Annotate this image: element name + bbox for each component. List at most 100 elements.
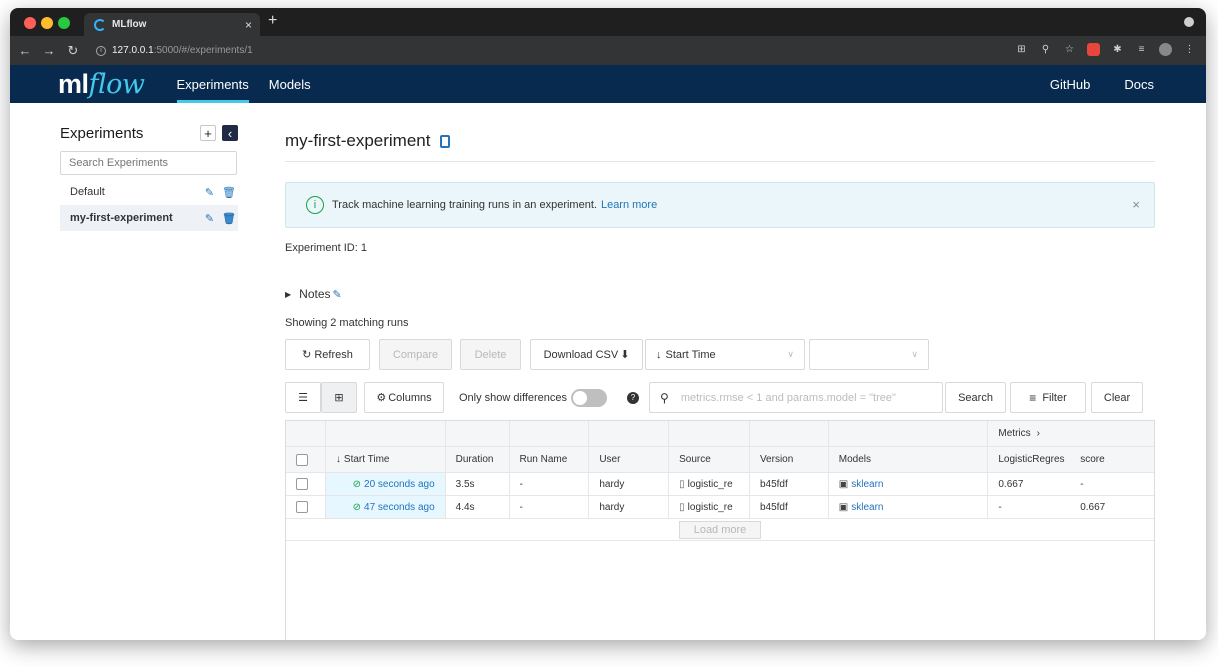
only-differences-toggle[interactable] [571,388,608,407]
profile-avatar-icon[interactable] [1159,43,1172,56]
extension-red-icon[interactable] [1087,43,1100,56]
metric2-cell: - [1080,478,1084,490]
metrics-group-header[interactable]: Metrics › [988,421,1154,446]
mlflow-header: ml flow Experiments Models GitHub Docs [10,65,1206,103]
models-cell[interactable]: ▣ sklearn [829,496,989,518]
header-source[interactable]: Source [669,447,750,472]
source-cell[interactable]: ▯ logistic_re [669,496,750,518]
header-metric-logistic[interactable]: LogisticRegres [988,447,1070,472]
learn-more-link[interactable]: Learn more [601,199,657,211]
bookmark-star-icon[interactable]: ☆ [1063,43,1076,56]
browser-menu-dot-icon[interactable] [1184,17,1194,27]
reading-list-icon[interactable]: ≡ [1135,43,1148,56]
list-view-button[interactable]: ☰ [285,382,321,413]
search-experiments-input[interactable] [60,151,237,175]
duration-cell: 3.5s [446,473,510,495]
table-row[interactable]: ⊘ 20 seconds ago 3.5s - hardy ▯ logistic… [286,473,1154,496]
table-view-button[interactable]: ⊞ [321,382,357,413]
table-row[interactable]: ⊘ 47 seconds ago 4.4s - hardy ▯ logistic… [286,496,1154,519]
trash-icon[interactable]: 🗑 [222,186,236,199]
arrow-down-icon: ↓ [656,348,662,361]
translate-icon[interactable]: ⊞ [1015,43,1028,56]
sidebar-item-my-first-experiment[interactable]: my-first-experiment ✎ 🗑 [60,205,238,231]
address-bar: ← → ↻ i 127.0.0.1:5000/#/experiments/1 ⊞… [10,36,1206,65]
experiment-title: my-first-experiment [285,131,431,150]
delete-button[interactable]: Delete [460,339,521,370]
site-info-icon[interactable]: i [96,45,106,56]
nav-models[interactable]: Models [269,65,311,103]
nav-experiments[interactable]: Experiments [176,65,250,103]
start-time-link[interactable]: ⊘ 20 seconds ago [325,473,446,495]
browser-extensions: ⊞ ⚲ ☆ ✱ ≡ ⋮ [1015,43,1196,56]
github-link[interactable]: GitHub [1050,77,1090,92]
collapse-sidebar-button[interactable]: ‹ [222,125,238,141]
browser-tabbar: MLflow × + [10,8,1206,36]
edit-icon[interactable]: ✎ [205,212,214,225]
edit-notes-icon[interactable]: ✎ [333,288,342,301]
maximize-window-button[interactable] [58,17,70,29]
trash-icon[interactable]: 🗑 [222,212,236,225]
close-window-button[interactable] [24,17,36,29]
new-tab-button[interactable]: + [268,12,277,30]
question-icon[interactable]: ? [627,391,640,404]
load-more-button[interactable]: Load more [679,520,761,539]
browser-tab[interactable]: MLflow × [84,13,260,36]
compare-button[interactable]: Compare [379,339,452,370]
url-field[interactable]: i 127.0.0.1:5000/#/experiments/1 [96,45,253,56]
forward-arrow-icon[interactable]: → [40,43,58,58]
header-version[interactable]: Version [750,447,829,472]
add-experiment-button[interactable]: + [200,125,216,141]
models-cell[interactable]: ▣ sklearn [829,473,989,495]
duration-cell: 4.4s [446,496,510,518]
sidebar-item-default[interactable]: Default ✎ 🗑 [60,179,238,205]
reload-icon[interactable]: ↻ [64,43,82,59]
sidebar-title: Experiments [60,124,144,142]
download-icon: ⬇ [620,349,630,361]
back-arrow-icon[interactable]: ← [16,43,34,58]
zoom-icon[interactable]: ⚲ [1039,43,1052,56]
header-models[interactable]: Models [829,447,989,472]
close-icon[interactable]: × [1132,197,1140,212]
search-button[interactable]: Search [945,382,1007,413]
row-checkbox[interactable] [296,501,308,513]
sidebar-item-label: my-first-experiment [70,212,173,224]
header-metric-score[interactable]: score [1070,447,1154,472]
clear-button[interactable]: Clear [1091,382,1144,413]
user-cell: hardy [589,473,670,495]
version-cell: b45fdf [750,496,829,518]
source-cell[interactable]: ▯ logistic_re [669,473,750,495]
refresh-icon: ↻ [302,349,312,361]
start-time-link[interactable]: ⊘ 47 seconds ago [325,496,446,518]
experiments-sidebar: Experiments + ‹ Default ✎ 🗑 my-first-exp… [60,121,238,231]
check-circle-icon: ⊘ [352,478,362,490]
header-user[interactable]: User [589,447,670,472]
experiment-id-value: 1 [360,242,367,254]
runs-search-input[interactable]: ⚲ metrics.rmse < 1 and params.model = "t… [649,382,944,413]
notes-label: Notes [299,287,331,301]
filter-button[interactable]: ≡ Filter [1010,382,1087,413]
minimize-window-button[interactable] [41,17,53,29]
tab-close-icon[interactable]: × [245,18,252,32]
row-checkbox[interactable] [296,478,308,490]
docs-link[interactable]: Docs [1124,77,1154,92]
select-all-checkbox[interactable] [296,453,308,466]
header-run-name[interactable]: Run Name [510,447,590,472]
title-divider [285,161,1155,162]
more-menu-icon[interactable]: ⋮ [1183,43,1196,56]
extensions-puzzle-icon[interactable]: ✱ [1111,43,1124,56]
secondary-select[interactable]: ∨ [809,339,929,370]
sort-select[interactable]: ↓ Start Time ∨ [645,339,805,370]
edit-icon[interactable]: ✎ [205,186,214,199]
header-duration[interactable]: Duration [446,447,510,472]
columns-button[interactable]: ⚙ Columns [364,382,444,413]
matching-runs-count: Showing 2 matching runs [285,317,409,329]
view-toolbar: ☰ ⊞ ⚙ Columns Only show differences ? ⚲ … [285,382,1155,413]
notes-toggle[interactable]: ▶ Notes ✎ [285,286,1155,302]
mlflow-logo[interactable]: ml flow [58,69,145,100]
copy-icon[interactable] [440,134,451,148]
refresh-button[interactable]: ↻ Refresh [285,339,370,370]
search-icon: ⚲ [660,390,669,405]
header-start-time[interactable]: ↓ Start Time [326,447,446,472]
download-csv-button[interactable]: Download CSV ⬇ [530,339,643,370]
run-name-cell: - [510,473,590,495]
